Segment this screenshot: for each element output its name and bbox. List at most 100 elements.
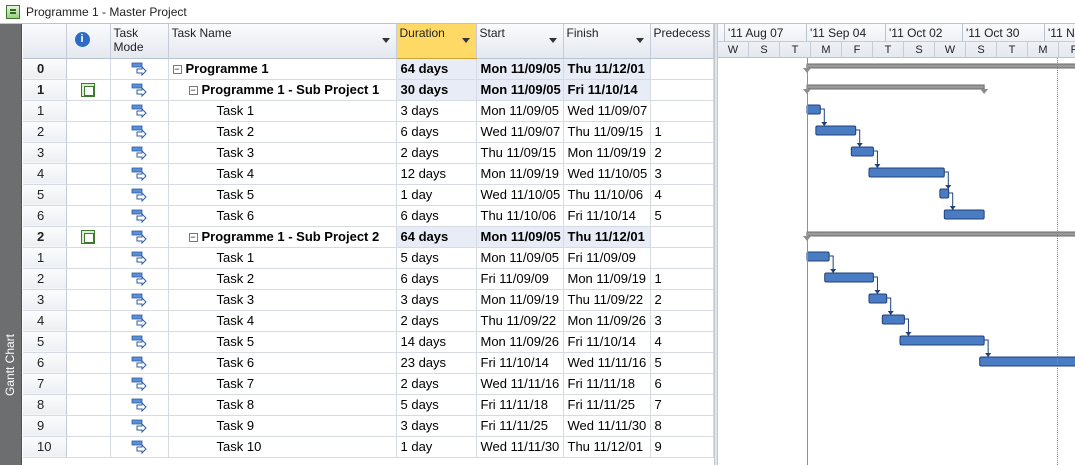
start-cell[interactable]: Mon 11/09/05 (476, 79, 564, 101)
task-name-cell[interactable]: Task 1 (168, 247, 397, 269)
task-bar[interactable] (824, 272, 874, 283)
finish-cell[interactable]: Wed 11/10/05 (563, 163, 651, 185)
predecessors-cell[interactable]: 3 (650, 310, 714, 332)
task-mode-cell[interactable] (110, 352, 169, 374)
task-bar[interactable] (899, 335, 985, 346)
row-id[interactable]: 9 (23, 415, 67, 437)
task-bar[interactable] (815, 125, 857, 136)
duration-cell[interactable]: 3 days (396, 100, 477, 122)
table-row[interactable]: 3 Task 3 3 days Mon 11/09/19 Thu 11/09/22 2 (23, 289, 714, 311)
finish-cell[interactable]: Thu 11/12/01 (563, 226, 651, 248)
task-mode-cell[interactable] (110, 58, 169, 80)
row-id[interactable]: 5 (23, 331, 67, 353)
table-row[interactable]: 4 Task 4 2 days Thu 11/09/22 Mon 11/09/26 3 (23, 310, 714, 332)
task-mode-cell[interactable] (110, 121, 169, 143)
task-mode-cell[interactable] (110, 394, 169, 416)
chevron-down-icon[interactable] (381, 38, 390, 43)
task-name-cell[interactable]: Task 3 (168, 142, 397, 164)
start-header[interactable]: Start (476, 24, 564, 59)
task-mode-cell[interactable] (110, 268, 169, 290)
row-id[interactable]: 1 (23, 79, 67, 101)
duration-cell[interactable]: 64 days (396, 58, 477, 80)
collapse-toggle-icon[interactable]: − (188, 233, 198, 243)
row-id[interactable]: 6 (23, 205, 67, 227)
task-mode-cell[interactable] (110, 226, 169, 248)
row-id[interactable]: 7 (23, 373, 67, 395)
predecessors-header[interactable]: Predecess (650, 24, 714, 59)
finish-header[interactable]: Finish (563, 24, 651, 59)
duration-header[interactable]: Duration (396, 24, 477, 59)
table-row[interactable]: 2− Programme 1 - Sub Project 2 64 days Mon … (23, 226, 714, 248)
predecessors-cell[interactable]: 5 (650, 205, 714, 227)
task-name-cell[interactable]: Task 3 (168, 289, 397, 311)
duration-cell[interactable]: 6 days (396, 205, 477, 227)
finish-cell[interactable]: Thu 11/12/01 (563, 436, 651, 458)
start-cell[interactable]: Wed 11/09/07 (476, 121, 564, 143)
summary-bar[interactable] (806, 84, 985, 90)
predecessors-cell[interactable]: 2 (650, 142, 714, 164)
start-cell[interactable]: Wed 11/10/05 (476, 184, 564, 206)
predecessors-cell[interactable]: 7 (650, 394, 714, 416)
task-name-cell[interactable]: Task 4 (168, 310, 397, 332)
task-name-cell[interactable]: Task 6 (168, 205, 397, 227)
task-name-cell[interactable]: − Programme 1 - Sub Project 2 (168, 226, 397, 248)
task-mode-cell[interactable] (110, 289, 169, 311)
select-all-header[interactable] (23, 24, 67, 59)
table-row[interactable]: 5 Task 5 1 day Wed 11/10/05 Thu 11/10/06 4 (23, 184, 714, 206)
predecessors-cell[interactable]: 4 (650, 331, 714, 353)
task-mode-header[interactable]: Task Mode (110, 24, 169, 59)
duration-cell[interactable]: 3 days (396, 415, 477, 437)
task-bar[interactable] (943, 209, 985, 220)
predecessors-cell[interactable] (650, 58, 714, 80)
start-cell[interactable]: Mon 11/09/19 (476, 289, 564, 311)
finish-cell[interactable]: Thu 11/09/15 (563, 121, 651, 143)
predecessors-cell[interactable]: 3 (650, 163, 714, 185)
task-mode-cell[interactable] (110, 247, 169, 269)
task-name-header[interactable]: Task Name (168, 24, 397, 59)
task-mode-cell[interactable] (110, 142, 169, 164)
finish-cell[interactable]: Thu 11/12/01 (563, 58, 651, 80)
table-row[interactable]: 2 Task 2 6 days Wed 11/09/07 Thu 11/09/15 1 (23, 121, 714, 143)
row-id[interactable]: 2 (23, 226, 67, 248)
task-name-cell[interactable]: − Programme 1 - Sub Project 1 (168, 79, 397, 101)
finish-cell[interactable]: Wed 11/09/07 (563, 100, 651, 122)
summary-bar[interactable] (806, 63, 1075, 69)
inserted-project-icon[interactable] (81, 230, 95, 245)
row-id[interactable]: 1 (23, 247, 67, 269)
predecessors-cell[interactable]: 9 (650, 436, 714, 458)
start-cell[interactable]: Mon 11/09/05 (476, 100, 564, 122)
duration-cell[interactable]: 2 days (396, 310, 477, 332)
duration-cell[interactable]: 2 days (396, 373, 477, 395)
task-name-cell[interactable]: Task 2 (168, 268, 397, 290)
finish-cell[interactable]: Thu 11/09/22 (563, 289, 651, 311)
task-name-cell[interactable]: Task 1 (168, 100, 397, 122)
start-cell[interactable]: Mon 11/09/26 (476, 331, 564, 353)
predecessors-cell[interactable]: 4 (650, 184, 714, 206)
task-name-cell[interactable]: Task 10 (168, 436, 397, 458)
duration-cell[interactable]: 1 day (396, 436, 477, 458)
task-name-cell[interactable]: Task 4 (168, 163, 397, 185)
table-row[interactable]: 7 Task 7 2 days Wed 11/11/16 Fri 11/11/18 6 (23, 373, 714, 395)
start-cell[interactable]: Fri 11/11/25 (476, 415, 564, 437)
duration-cell[interactable]: 14 days (396, 331, 477, 353)
task-name-cell[interactable]: Task 8 (168, 394, 397, 416)
duration-cell[interactable]: 30 days (396, 79, 477, 101)
predecessors-cell[interactable] (650, 100, 714, 122)
row-id[interactable]: 2 (23, 121, 67, 143)
task-bar[interactable] (881, 314, 905, 325)
task-name-cell[interactable]: Task 2 (168, 121, 397, 143)
duration-cell[interactable]: 64 days (396, 226, 477, 248)
predecessors-cell[interactable] (650, 226, 714, 248)
task-mode-cell[interactable] (110, 310, 169, 332)
predecessors-cell[interactable]: 1 (650, 268, 714, 290)
task-mode-cell[interactable] (110, 373, 169, 395)
indicators-header[interactable]: i (66, 24, 111, 59)
chevron-down-icon[interactable] (548, 38, 557, 43)
task-bar[interactable] (868, 293, 888, 304)
task-bar[interactable] (868, 167, 945, 178)
task-name-cell[interactable]: Task 9 (168, 415, 397, 437)
start-cell[interactable]: Mon 11/09/19 (476, 163, 564, 185)
task-name-cell[interactable]: Task 7 (168, 373, 397, 395)
finish-cell[interactable]: Fri 11/10/14 (563, 79, 651, 101)
task-mode-cell[interactable] (110, 436, 169, 458)
